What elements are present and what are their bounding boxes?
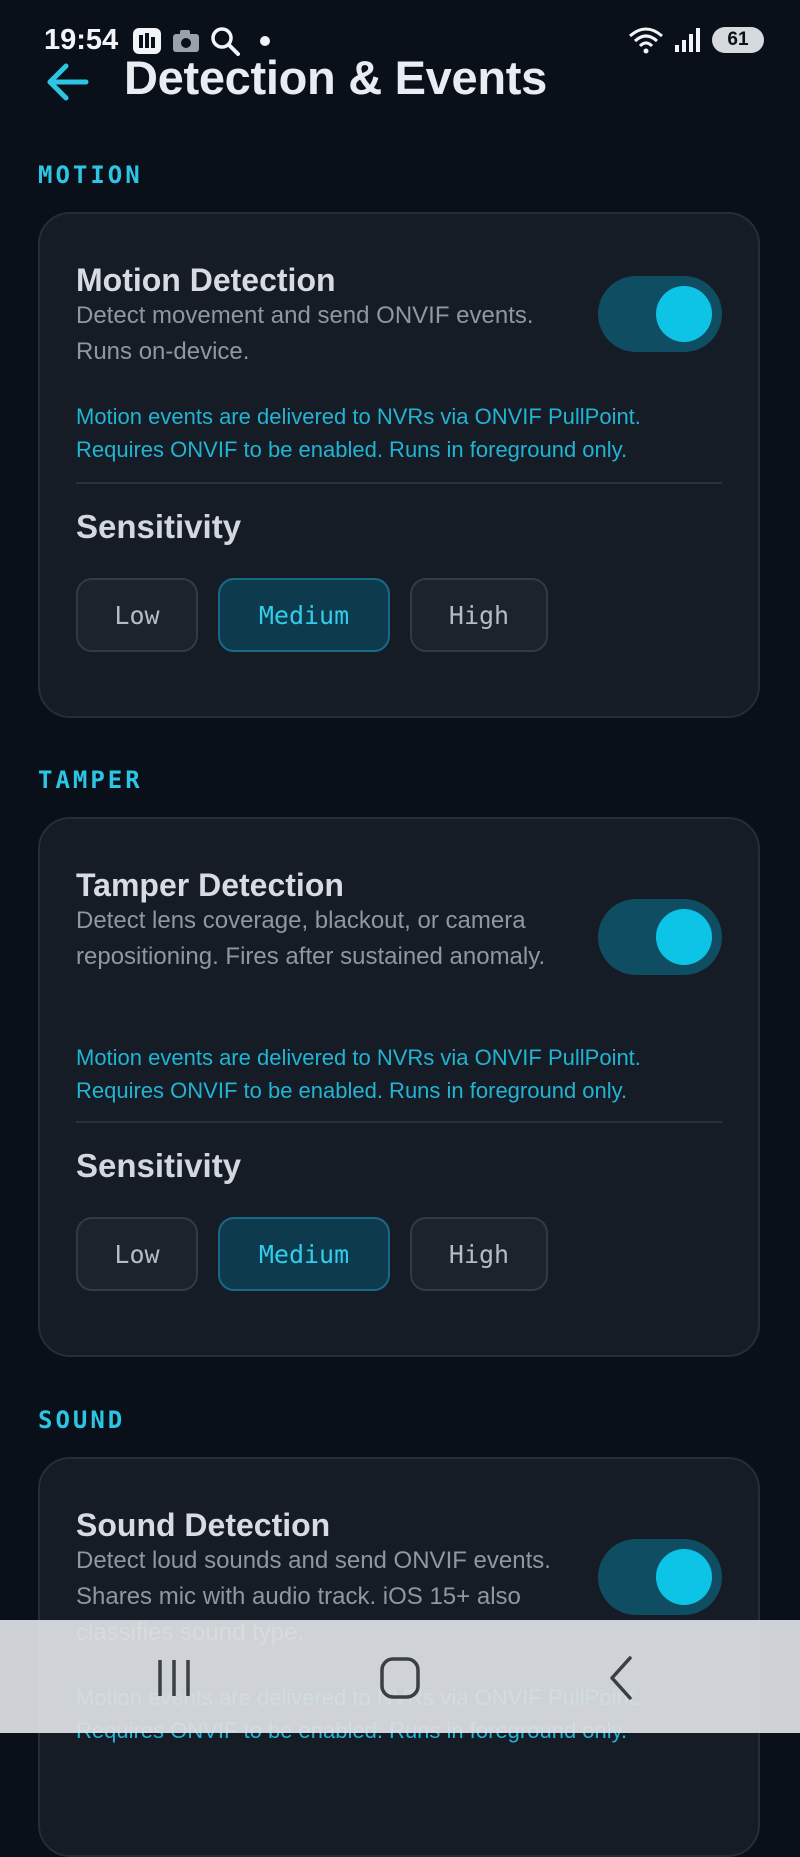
motion-toggle[interactable] bbox=[598, 276, 722, 352]
back-icon bbox=[610, 1656, 632, 1700]
motion-sensitivity-low[interactable]: Low bbox=[76, 578, 198, 652]
motion-sensitivity-title: Sensitivity bbox=[76, 508, 242, 545]
motion-card: Motion Detection Detect movement and sen… bbox=[38, 212, 760, 718]
motion-sensitivity-medium[interactable]: Medium bbox=[218, 578, 390, 652]
home-icon bbox=[380, 1657, 420, 1699]
system-back-button[interactable] bbox=[592, 1650, 652, 1706]
toggle-knob bbox=[656, 1549, 712, 1605]
dot-icon bbox=[260, 36, 270, 46]
tamper-sensitivity-high[interactable]: High bbox=[410, 1217, 548, 1291]
sound-title: Sound Detection bbox=[76, 1507, 331, 1543]
tamper-toggle[interactable] bbox=[598, 899, 722, 975]
tamper-sensitivity-selector: Low Medium High bbox=[76, 1217, 548, 1291]
section-label-tamper: TAMPER bbox=[38, 766, 143, 794]
toggle-knob bbox=[656, 286, 712, 342]
tamper-sensitivity-medium[interactable]: Medium bbox=[218, 1217, 390, 1291]
divider bbox=[76, 1121, 722, 1123]
motion-sensitivity-high[interactable]: High bbox=[410, 578, 548, 652]
tamper-card: Tamper Detection Detect lens coverage, b… bbox=[38, 817, 760, 1357]
motion-note: Motion events are delivered to NVRs via … bbox=[76, 404, 641, 462]
tamper-note: Motion events are delivered to NVRs via … bbox=[76, 1045, 641, 1103]
section-label-sound: SOUND bbox=[38, 1406, 126, 1434]
header: Detection & Events bbox=[0, 48, 800, 112]
motion-description: Detect movement and send ONVIF events. R… bbox=[76, 302, 534, 365]
toggle-knob bbox=[656, 909, 712, 965]
sound-toggle[interactable] bbox=[598, 1539, 722, 1615]
tamper-title: Tamper Detection bbox=[76, 867, 344, 903]
divider bbox=[76, 482, 722, 484]
motion-sensitivity-selector: Low Medium High bbox=[76, 578, 548, 652]
motion-title: Motion Detection bbox=[76, 262, 336, 298]
page-title: Detection & Events bbox=[124, 51, 547, 104]
navigation-bar bbox=[0, 1620, 800, 1733]
back-button[interactable] bbox=[42, 56, 94, 108]
arrow-left-icon bbox=[47, 63, 89, 101]
tamper-sensitivity-title: Sensitivity bbox=[76, 1147, 242, 1184]
tamper-sensitivity-low[interactable]: Low bbox=[76, 1217, 198, 1291]
recents-icon bbox=[158, 1660, 190, 1696]
tamper-description: Detect lens coverage, blackout, or camer… bbox=[76, 907, 546, 970]
section-label-motion: MOTION bbox=[38, 161, 143, 189]
home-button[interactable] bbox=[370, 1650, 430, 1706]
recents-button[interactable] bbox=[144, 1650, 204, 1706]
